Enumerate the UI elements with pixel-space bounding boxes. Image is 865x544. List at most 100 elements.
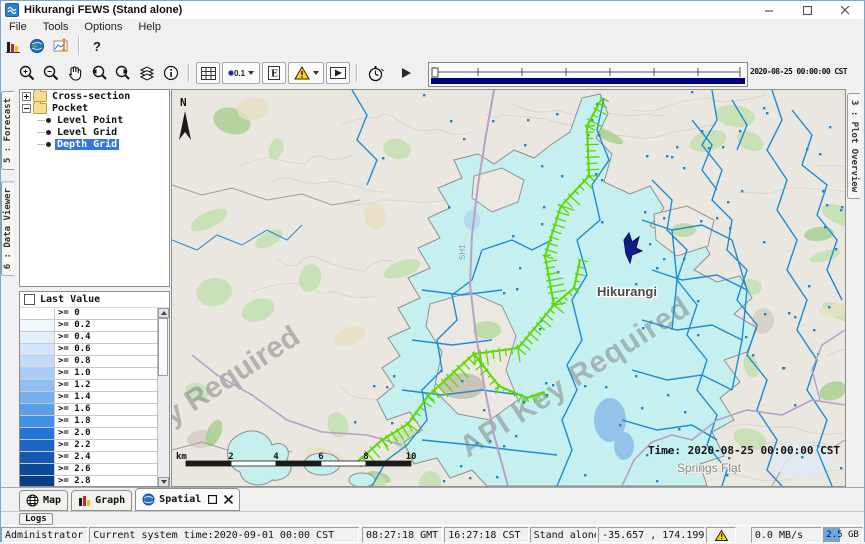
svg-text:N: N: [180, 96, 187, 109]
legend-class-label: >= 2.6: [55, 464, 158, 475]
scale-tick-label: 6: [318, 452, 323, 462]
tab-plot-overview[interactable]: 3 : Plot Overview: [847, 93, 860, 199]
reports-icon[interactable]: [2, 36, 24, 56]
tab-graph[interactable]: Graph: [71, 490, 132, 511]
legend-row: >= 0.4: [20, 332, 158, 344]
legend-class-label: >= 2.2: [55, 440, 158, 451]
chevron-down-icon: [248, 71, 254, 75]
title-bar: Hikurangi FEWS (Stand alone): [1, 1, 864, 20]
legend-row: >= 2.6: [20, 464, 158, 476]
toolbar-separator: [356, 64, 358, 82]
status-bar: Administrator Current system time:2020-0…: [1, 525, 864, 544]
tab-spatial[interactable]: Spatial: [135, 488, 240, 511]
pan-icon[interactable]: [64, 63, 86, 83]
current-map-datetime: 2020-08-25 00:00:00 CST: [750, 67, 847, 76]
legend-row: >= 2.2: [20, 440, 158, 452]
close-icon[interactable]: [826, 1, 864, 19]
legend-row: >= 1.6: [20, 404, 158, 416]
warning-icon: [715, 530, 728, 541]
legend-class-label: >= 1.0: [55, 368, 158, 379]
collapse-icon[interactable]: [22, 104, 31, 113]
tree-item-depth-grid[interactable]: Depth Grid: [22, 139, 169, 150]
tree-item-label: Level Grid: [55, 127, 119, 138]
time-slider[interactable]: [428, 62, 748, 87]
legend-row: >= 0: [20, 308, 158, 320]
tree-item-pocket[interactable]: Pocket: [22, 103, 169, 114]
legend-color-swatch: [20, 476, 55, 487]
tree-item-label: Cross-section: [50, 91, 132, 102]
menu-options[interactable]: Options: [76, 19, 130, 35]
tab-data-viewer[interactable]: 6 : Data Viewer: [1, 181, 14, 276]
legend-color-swatch: [20, 464, 55, 475]
svg-text:km: km: [176, 452, 187, 462]
application-window: Hikurangi FEWS (Stand alone) FileToolsOp…: [0, 0, 865, 542]
legend-color-swatch: [20, 320, 55, 331]
road-label: SH1: [458, 244, 467, 260]
menu-help[interactable]: Help: [130, 19, 169, 35]
help-icon[interactable]: ?: [86, 36, 108, 56]
logs-button[interactable]: Logs: [19, 513, 53, 525]
animation-icon[interactable]: [326, 62, 350, 84]
tab-forecast[interactable]: 5 : Forecast: [1, 91, 14, 170]
legend-color-swatch: [20, 344, 55, 355]
last-value-option[interactable]: Last Value: [20, 292, 169, 308]
fews-logo-icon: [5, 3, 19, 17]
legend-class-label: >= 2.0: [55, 428, 158, 439]
legend-class-label: >= 0.4: [55, 332, 158, 343]
tab-label: Spatial: [159, 494, 201, 505]
legend-scrollbar[interactable]: [157, 308, 169, 487]
tab-map[interactable]: Map: [19, 490, 68, 511]
tree-item-cross-section[interactable]: Cross-section: [22, 91, 169, 102]
grid-icon[interactable]: [196, 62, 220, 84]
menu-file[interactable]: File: [1, 19, 35, 35]
info-icon[interactable]: [160, 63, 182, 83]
toolbar-separator: [188, 64, 190, 82]
scroll-down-icon[interactable]: [158, 477, 169, 487]
maximize-icon[interactable]: [208, 495, 217, 504]
warning-dropdown[interactable]: [288, 62, 324, 84]
legend-class-label: >= 0: [55, 308, 158, 319]
tree-item-level-point[interactable]: Level Point: [22, 115, 169, 126]
zoom-in-icon[interactable]: [16, 63, 38, 83]
timeseries-dialog-icon[interactable]: [50, 36, 72, 56]
legend-color-swatch: [20, 356, 55, 367]
legend-color-swatch: [20, 428, 55, 439]
time-slider-thumb[interactable]: [432, 68, 438, 77]
minimize-icon[interactable]: [750, 1, 788, 19]
scale-tick-label: 10: [406, 452, 417, 462]
scroll-up-icon[interactable]: [158, 308, 169, 318]
close-icon[interactable]: [224, 495, 233, 504]
map-view[interactable]: ey Required API Key Required: [171, 89, 846, 487]
stopwatch-icon[interactable]: [364, 63, 386, 83]
label-icon[interactable]: E: [262, 62, 286, 84]
map-time-label: Time: 2020-08-25 00:00:00 CST: [648, 444, 840, 457]
tab-label: Map: [43, 495, 61, 506]
expand-icon[interactable]: [22, 92, 31, 101]
status-warning[interactable]: [706, 527, 736, 543]
menu-tools[interactable]: Tools: [35, 19, 77, 35]
scale-tick-label: 4: [273, 452, 279, 462]
play-icon[interactable]: [395, 63, 417, 83]
scrollbar-thumb[interactable]: [158, 318, 168, 376]
menu-bar: FileToolsOptionsHelp: [1, 19, 864, 36]
class-break-dropdown[interactable]: 0.1: [222, 62, 260, 84]
maximize-icon[interactable]: [788, 1, 826, 19]
layers-icon[interactable]: [136, 63, 158, 83]
status-gmt-time: 08:27:18 GMT: [362, 527, 443, 543]
class-break-value: 0.1: [234, 69, 245, 78]
main-toolbar: ?: [1, 35, 864, 57]
zoom-out-icon[interactable]: [40, 63, 62, 83]
spatial-globe-icon: [142, 493, 155, 506]
legend-row: >= 1.4: [20, 392, 158, 404]
tree-item-level-grid[interactable]: Level Grid: [22, 127, 169, 138]
legend-row: >= 0.6: [20, 344, 158, 356]
zoom-previous-icon[interactable]: [88, 63, 110, 83]
spatial-display-icon[interactable]: [26, 36, 48, 56]
zoom-next-icon[interactable]: [112, 63, 134, 83]
legend-color-swatch: [20, 440, 55, 451]
status-local-time: 16:27:18 CST: [444, 527, 528, 543]
tree-item-label: Depth Grid: [55, 139, 119, 150]
time-slider-range: [431, 78, 745, 84]
last-value-checkbox[interactable]: [24, 294, 35, 305]
status-transfer-rate: 0.0 MB/s: [751, 527, 822, 543]
